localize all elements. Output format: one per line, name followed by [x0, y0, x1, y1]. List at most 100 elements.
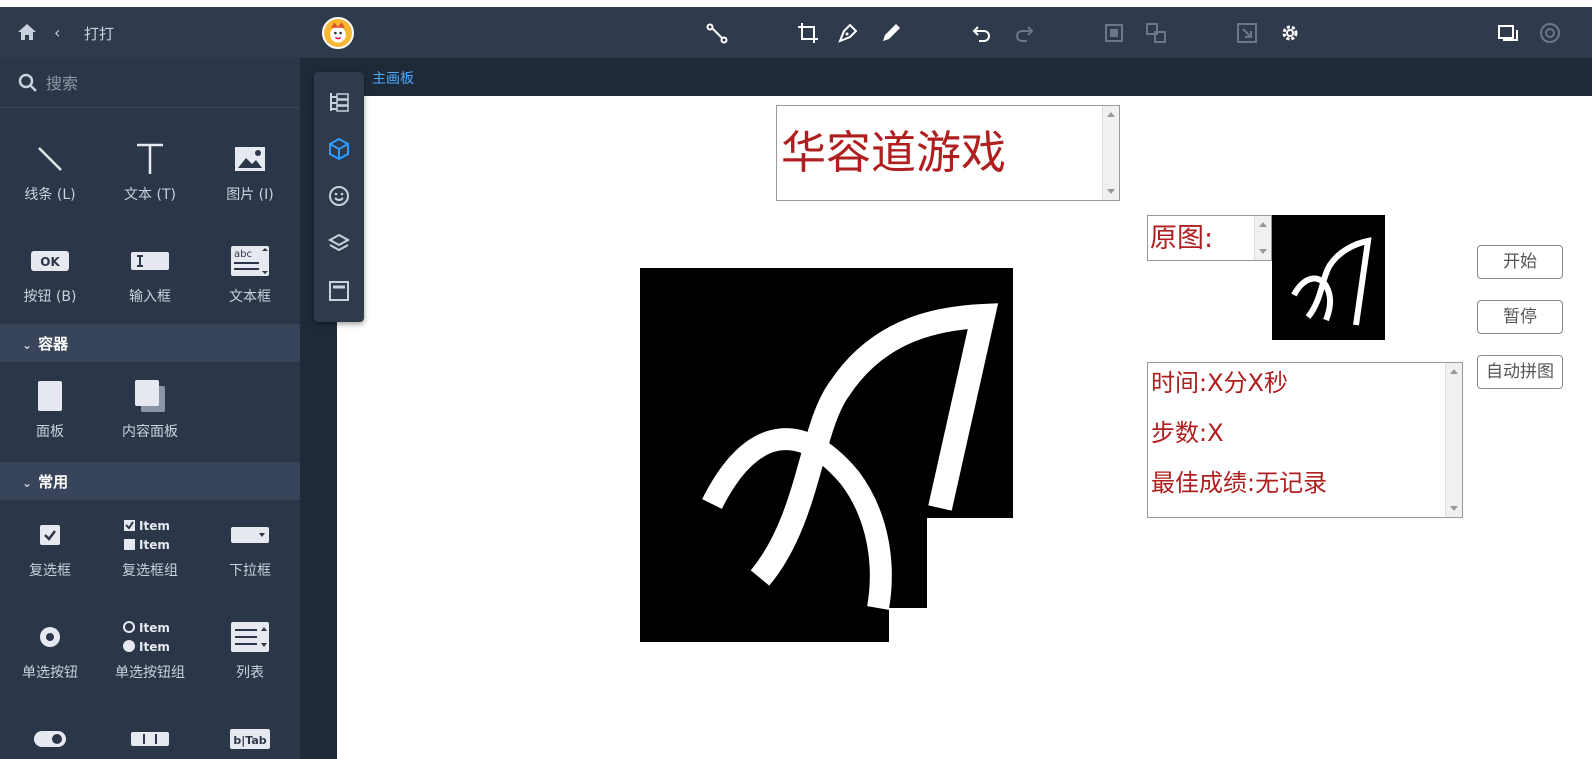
input-icon — [100, 242, 200, 280]
game-title: 华容道游戏 — [781, 126, 1007, 179]
component-label: 面板 — [36, 424, 64, 440]
button-icon-text: OK — [40, 255, 60, 269]
text-icon — [100, 140, 200, 178]
puzzle-board[interactable] — [640, 268, 1013, 642]
component-line[interactable]: 线条 (L) — [0, 126, 100, 216]
radio-group-icon-item: Item — [139, 640, 170, 654]
stats-textbox[interactable]: 时间:X分X秒 步数:X 最佳成绩:无记录 — [1147, 362, 1463, 518]
component-panel[interactable]: 面板 — [0, 363, 100, 453]
component-search — [0, 58, 300, 108]
component-tab[interactable]: b|Tab — [200, 706, 300, 759]
auto-solve-button[interactable]: 自动拼图 — [1477, 355, 1563, 389]
start-button[interactable]: 开始 — [1477, 245, 1563, 279]
ungroup-icon[interactable] — [1144, 21, 1168, 45]
export-icon[interactable] — [1235, 21, 1259, 45]
original-label-box[interactable]: 原图: — [1147, 215, 1272, 261]
panel-icon — [0, 377, 100, 415]
component-label: 文本框 — [229, 289, 271, 305]
image-icon — [200, 140, 300, 178]
pause-button[interactable]: 暂停 — [1477, 300, 1563, 334]
component-radio[interactable]: 单选按钮 — [0, 604, 100, 694]
crop-icon[interactable] — [796, 21, 820, 45]
top-toolbar: ‹ 打打 — [0, 7, 1592, 58]
section-title: 常用 — [38, 473, 69, 491]
checkbox-group-icon: Item Item — [100, 516, 200, 554]
tab-icon: b|Tab — [200, 720, 300, 758]
redo-icon[interactable] — [1012, 21, 1036, 45]
pencil-icon[interactable] — [879, 21, 903, 45]
home-icon[interactable] — [17, 23, 37, 41]
undo-icon[interactable] — [970, 21, 994, 45]
section-title: 容器 — [38, 335, 69, 353]
layers-icon[interactable] — [327, 232, 351, 256]
component-input[interactable]: 输入框 — [100, 228, 200, 318]
emoji-icon[interactable] — [327, 184, 351, 208]
component-segmented[interactable] — [100, 706, 200, 759]
title-textbox[interactable]: 华容道游戏 — [776, 105, 1120, 201]
component-image[interactable]: 图片 (I) — [200, 126, 300, 216]
original-label: 原图: — [1150, 223, 1214, 254]
button-icon: OK — [0, 242, 100, 280]
connector-icon[interactable] — [705, 21, 729, 45]
preview-window-icon[interactable] — [1496, 21, 1520, 45]
component-label: 输入框 — [129, 289, 171, 305]
pen-icon[interactable] — [836, 21, 860, 45]
original-image — [1272, 215, 1385, 340]
line-icon — [0, 140, 100, 178]
component-button[interactable]: OK 按钮 (B) — [0, 228, 100, 318]
time-text: 时间:X分X秒 — [1151, 369, 1288, 397]
avatar[interactable] — [322, 17, 354, 49]
scrollbar[interactable] — [1445, 363, 1462, 517]
component-textarea[interactable]: abc 文本框 — [200, 228, 300, 318]
radio-group-icon-item: Item — [139, 621, 170, 635]
component-label: 内容面板 — [122, 424, 178, 440]
chevron-down-icon: ⌄ — [22, 338, 33, 352]
component-label: 下拉框 — [229, 563, 271, 579]
component-label: 按钮 (B) — [23, 289, 77, 305]
section-container[interactable]: ⌄ 容器 — [0, 324, 300, 362]
breadcrumb[interactable]: 主画板 — [372, 68, 414, 88]
component-label: 线条 (L) — [24, 187, 76, 203]
component-radio-group[interactable]: Item Item 单选按钮组 — [100, 604, 200, 694]
search-input[interactable] — [46, 70, 276, 96]
component-list[interactable]: 列表 — [200, 604, 300, 694]
component-checkbox-group[interactable]: Item Item 复选框组 — [100, 502, 200, 592]
floating-tool-panel — [314, 72, 364, 322]
list-icon — [200, 618, 300, 656]
radio-icon — [0, 618, 100, 656]
content-panel-icon — [100, 377, 200, 415]
component-label: 列表 — [236, 665, 264, 681]
tab-icon-text: b|Tab — [233, 734, 266, 747]
scrollbar[interactable] — [1254, 216, 1271, 260]
textarea-icon-text: abc — [234, 249, 252, 260]
tree-icon[interactable] — [327, 90, 351, 114]
component-label: 文本 (T) — [124, 187, 176, 203]
component-label: 单选按钮组 — [115, 665, 185, 681]
target-icon[interactable] — [1538, 21, 1562, 45]
group-icon[interactable] — [1102, 21, 1126, 45]
project-name[interactable]: 打打 — [84, 23, 114, 44]
checkbox-group-icon-item: Item — [139, 538, 170, 552]
component-label: 复选框 — [29, 563, 71, 579]
component-label: 图片 (I) — [226, 187, 274, 203]
dropdown-icon — [200, 516, 300, 554]
textarea-icon: abc — [200, 242, 300, 280]
cube-icon[interactable] — [327, 137, 351, 161]
page-icon[interactable] — [327, 279, 351, 303]
component-toggle[interactable] — [0, 706, 100, 759]
component-content-panel[interactable]: 内容面板 — [100, 363, 200, 453]
toggle-icon — [0, 720, 100, 758]
segmented-icon — [100, 720, 200, 758]
component-sidebar: 线条 (L) 文本 (T) 图片 (I) OK 按钮 (B) 输入框 abc 文… — [0, 58, 300, 759]
section-common[interactable]: ⌄ 常用 — [0, 462, 300, 500]
component-label: 复选框组 — [122, 563, 178, 579]
scrollbar[interactable] — [1102, 106, 1119, 200]
component-text[interactable]: 文本 (T) — [100, 126, 200, 216]
component-checkbox[interactable]: 复选框 — [0, 502, 100, 592]
component-dropdown[interactable]: 下拉框 — [200, 502, 300, 592]
checkbox-group-icon-item: Item — [139, 519, 170, 533]
search-icon — [18, 73, 38, 93]
chevron-left-icon[interactable]: ‹ — [54, 23, 60, 42]
chevron-down-icon: ⌄ — [22, 476, 33, 490]
settings-icon[interactable] — [1278, 21, 1302, 45]
